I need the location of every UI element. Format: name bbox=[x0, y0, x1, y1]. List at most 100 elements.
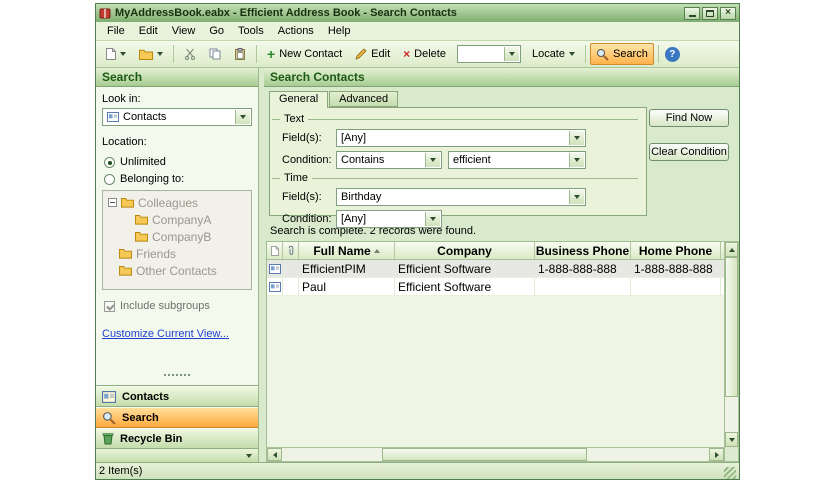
dropdown-button[interactable] bbox=[569, 130, 584, 145]
dropdown-button[interactable] bbox=[425, 152, 440, 167]
menubar: File Edit View Go Tools Actions Help bbox=[96, 22, 739, 41]
sidebar-grip[interactable] bbox=[164, 374, 190, 376]
new-file-button[interactable] bbox=[100, 43, 132, 65]
scroll-left-button[interactable] bbox=[267, 448, 282, 461]
sidebar: Search Look in: Contacts Location: Unlim… bbox=[96, 68, 259, 462]
quick-search-dropdown[interactable] bbox=[503, 47, 519, 61]
vertical-scrollbar[interactable] bbox=[724, 241, 739, 462]
window-controls: × bbox=[684, 6, 736, 20]
delete-label: Delete bbox=[414, 48, 446, 60]
include-subgroups-checkbox[interactable]: Include subgroups bbox=[102, 300, 252, 312]
cell-full-name: Paul bbox=[299, 278, 395, 296]
scroll-down-button[interactable] bbox=[725, 432, 738, 447]
clear-condition-button[interactable]: Clear Condition bbox=[649, 143, 729, 161]
quick-search-combo[interactable] bbox=[456, 45, 521, 63]
window-title: MyAddressBook.eabx - Efficient Address B… bbox=[115, 7, 457, 19]
tree-item-companya[interactable]: CompanyA bbox=[105, 211, 249, 228]
cell-home-phone bbox=[631, 278, 721, 296]
cell-business-phone bbox=[535, 278, 631, 296]
nav-contacts[interactable]: Contacts bbox=[96, 386, 258, 407]
vscroll-track[interactable] bbox=[725, 257, 738, 432]
edit-button[interactable]: Edit bbox=[349, 43, 396, 65]
scroll-up-button[interactable] bbox=[725, 242, 738, 257]
tree-item-friends[interactable]: Friends bbox=[105, 245, 249, 262]
time-fields-value: Birthday bbox=[341, 190, 382, 203]
dropdown-button[interactable] bbox=[569, 152, 584, 167]
open-button[interactable] bbox=[133, 43, 169, 65]
tree-item-other-contacts[interactable]: Other Contacts bbox=[105, 262, 249, 279]
scroll-right-button[interactable] bbox=[709, 448, 724, 461]
close-button[interactable]: × bbox=[720, 6, 736, 20]
table-row[interactable]: EfficientPIM Efficient Software 1-888-88… bbox=[267, 260, 727, 278]
column-business-phone[interactable]: Business Phone bbox=[535, 242, 631, 259]
menu-view[interactable]: View bbox=[165, 23, 203, 39]
tree-item-colleagues[interactable]: Colleagues bbox=[105, 194, 249, 211]
menu-edit[interactable]: Edit bbox=[132, 23, 165, 39]
text-condition-combo[interactable]: Contains bbox=[336, 150, 442, 169]
vscroll-thumb[interactable] bbox=[725, 257, 738, 397]
minimize-button[interactable] bbox=[684, 6, 700, 20]
chevron-down-icon bbox=[430, 216, 436, 221]
statusbar: 2 Item(s) bbox=[96, 462, 739, 479]
help-button[interactable]: ? bbox=[664, 46, 680, 62]
radio-belonging-to[interactable]: Belonging to: bbox=[102, 173, 252, 185]
main-pane: Search Contacts General Advanced Text Fi… bbox=[264, 68, 739, 462]
chevron-down-icon bbox=[430, 157, 436, 162]
text-keyword-combo[interactable]: efficient bbox=[448, 150, 586, 169]
hscroll-thumb[interactable] bbox=[382, 448, 587, 461]
column-full-name[interactable]: Full Name bbox=[299, 242, 395, 259]
tree-item-companyb[interactable]: CompanyB bbox=[105, 228, 249, 245]
pencil-icon bbox=[355, 48, 367, 60]
column-home-phone[interactable]: Home Phone bbox=[631, 242, 721, 259]
unlimited-label: Unlimited bbox=[120, 156, 166, 168]
collapse-toggle-icon[interactable] bbox=[108, 198, 117, 207]
look-in-combo[interactable]: Contacts bbox=[102, 108, 252, 126]
nav-recycle-bin[interactable]: Recycle Bin bbox=[96, 428, 258, 449]
hscroll-track[interactable] bbox=[282, 448, 709, 461]
nav-collapse-bar[interactable] bbox=[96, 449, 258, 462]
delete-button[interactable]: × Delete bbox=[397, 43, 452, 65]
time-condition-combo[interactable]: [Any] bbox=[336, 209, 442, 228]
results-table: Full Name Company Business Phone Home Ph… bbox=[266, 241, 727, 447]
item-count: 2 Item(s) bbox=[99, 465, 143, 477]
paste-button[interactable] bbox=[228, 43, 252, 65]
group-tree: Colleagues CompanyA CompanyB Friends Oth… bbox=[102, 190, 252, 290]
menu-help[interactable]: Help bbox=[321, 23, 358, 39]
dropdown-button[interactable] bbox=[425, 211, 440, 226]
new-contact-button[interactable]: + New Contact bbox=[261, 43, 348, 65]
menu-tools[interactable]: Tools bbox=[231, 23, 271, 39]
text-fields-combo[interactable]: [Any] bbox=[336, 128, 586, 147]
menu-file[interactable]: File bbox=[100, 23, 132, 39]
look-in-dropdown[interactable] bbox=[235, 110, 250, 124]
location-label: Location: bbox=[102, 136, 147, 148]
column-company[interactable]: Company bbox=[395, 242, 535, 259]
copy-button[interactable] bbox=[203, 43, 227, 65]
page-title: Search Contacts bbox=[270, 70, 365, 84]
grid-area: Full Name Company Business Phone Home Ph… bbox=[266, 241, 739, 462]
maximize-button[interactable] bbox=[702, 6, 718, 20]
column-attachment[interactable] bbox=[283, 242, 299, 259]
radio-unlimited[interactable]: Unlimited bbox=[102, 156, 252, 168]
time-fields-combo[interactable]: Birthday bbox=[336, 187, 586, 206]
tab-advanced[interactable]: Advanced bbox=[329, 91, 399, 107]
titlebar[interactable]: MyAddressBook.eabx - Efficient Address B… bbox=[96, 4, 739, 22]
horizontal-scrollbar[interactable] bbox=[266, 447, 724, 462]
nav-search[interactable]: Search bbox=[96, 407, 258, 428]
menu-actions[interactable]: Actions bbox=[271, 23, 321, 39]
column-record-icon[interactable] bbox=[267, 242, 283, 259]
open-dropdown-icon bbox=[157, 52, 163, 56]
tab-general[interactable]: General bbox=[269, 91, 329, 108]
cut-button[interactable] bbox=[178, 43, 202, 65]
menu-go[interactable]: Go bbox=[202, 23, 231, 39]
table-row[interactable]: Paul Efficient Software bbox=[267, 278, 727, 296]
cell-company: Efficient Software bbox=[395, 278, 535, 296]
resize-grip[interactable] bbox=[724, 467, 736, 479]
paste-icon bbox=[234, 48, 246, 60]
find-now-button[interactable]: Find Now bbox=[649, 109, 729, 127]
locate-button[interactable]: Locate bbox=[526, 43, 581, 65]
dropdown-button[interactable] bbox=[569, 189, 584, 204]
search-button[interactable]: Search bbox=[589, 43, 654, 65]
sidebar-nav: Contacts Search Recycle Bin bbox=[96, 385, 258, 462]
column-label: Full Name bbox=[313, 243, 371, 258]
customize-view-link[interactable]: Customize Current View... bbox=[102, 328, 229, 340]
